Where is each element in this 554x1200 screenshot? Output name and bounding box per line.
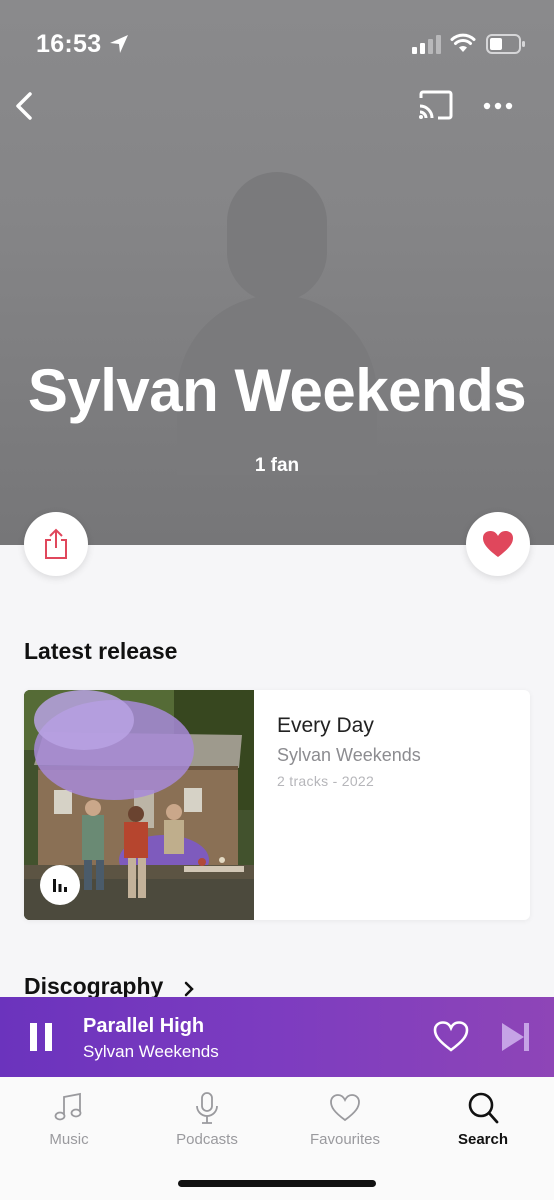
equalizer-badge — [40, 865, 80, 905]
player-track-title: Parallel High — [83, 1015, 205, 1037]
heart-outline-icon — [330, 1094, 360, 1122]
release-title: Every Day — [277, 714, 374, 737]
share-icon — [45, 528, 67, 559]
pause-icon[interactable] — [28, 1019, 56, 1055]
artist-header: 16:53 Sylvan Weekends 1 fan — [0, 0, 554, 545]
tab-search[interactable]: Search — [414, 1091, 552, 1148]
latest-release-title: Latest release — [24, 638, 178, 664]
microphone-icon — [196, 1092, 218, 1124]
favourite-button[interactable] — [466, 512, 530, 576]
tab-label: Podcasts — [176, 1131, 238, 1148]
tab-podcasts[interactable]: Podcasts — [138, 1091, 276, 1148]
release-card[interactable]: Every Day Sylvan Weekends 2 tracks - 202… — [24, 690, 530, 920]
more-icon[interactable] — [478, 88, 518, 124]
release-meta: 2 tracks - 2022 — [277, 773, 375, 789]
tab-label: Music — [49, 1131, 89, 1148]
status-bar: 16:53 — [0, 0, 554, 90]
tab-music[interactable]: Music — [0, 1091, 138, 1148]
album-cover[interactable] — [24, 690, 254, 920]
back-icon[interactable] — [8, 86, 48, 126]
player-track-artist: Sylvan Weekends — [83, 1042, 219, 1061]
search-icon — [468, 1092, 499, 1124]
mini-player[interactable]: Parallel High Sylvan Weekends — [0, 997, 554, 1077]
skip-next-icon[interactable] — [498, 1019, 534, 1055]
discography-link[interactable]: Discography — [24, 973, 163, 1000]
home-indicator[interactable] — [178, 1180, 376, 1187]
tab-label: Favourites — [309, 1131, 381, 1148]
battery-icon — [486, 34, 525, 54]
location-icon — [110, 35, 128, 53]
heart-icon — [483, 531, 513, 557]
equalizer-icon — [53, 879, 67, 892]
share-button[interactable] — [24, 512, 88, 576]
status-time: 16:53 — [36, 30, 102, 58]
tab-label: Search — [457, 1131, 509, 1148]
tab-favourites[interactable]: Favourites — [276, 1091, 414, 1148]
artist-name: Sylvan Weekends — [27, 357, 527, 424]
cast-icon[interactable] — [416, 88, 456, 124]
release-artist: Sylvan Weekends — [277, 745, 421, 765]
signal-icon — [412, 35, 441, 54]
wifi-icon — [450, 33, 476, 52]
fan-count: 1 fan — [254, 455, 300, 476]
person-icon — [227, 172, 327, 302]
music-note-icon — [54, 1092, 82, 1121]
heart-outline-icon[interactable] — [432, 1019, 470, 1055]
